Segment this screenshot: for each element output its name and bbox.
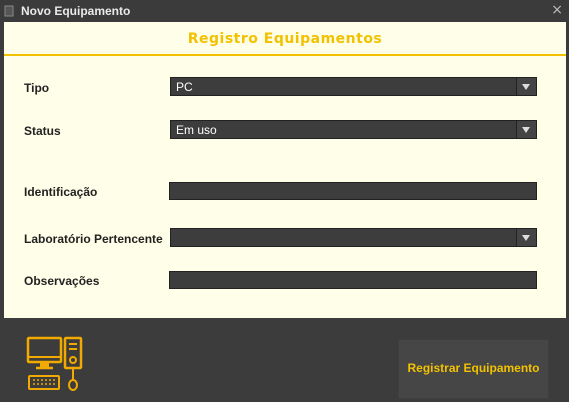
form-title: Registro Equipamentos (187, 31, 383, 47)
status-select[interactable]: Em uso (170, 120, 537, 139)
chevron-down-icon[interactable] (516, 121, 536, 138)
close-icon[interactable]: × (551, 2, 563, 18)
laboratorio-select[interactable] (170, 228, 537, 247)
title-bar[interactable]: Novo Equipamento × (0, 0, 569, 22)
observacoes-label: Observações (24, 274, 100, 288)
status-label: Status (24, 124, 61, 138)
register-equipment-button[interactable]: Registrar Equipamento (398, 339, 549, 399)
chevron-down-icon[interactable] (516, 229, 536, 246)
identificacao-input[interactable] (169, 182, 537, 200)
new-equipment-window: Novo Equipamento × Registro Equipamentos… (0, 0, 569, 402)
chevron-down-icon[interactable] (516, 78, 536, 95)
tipo-label: Tipo (24, 81, 50, 95)
identificacao-label: Identificação (24, 185, 98, 199)
laboratorio-label: Laboratório Pertencente (24, 232, 163, 246)
form-header: Registro Equipamentos (4, 22, 566, 56)
window-title: Novo Equipamento (21, 4, 131, 18)
header-divider (4, 54, 566, 56)
computer-equipment-icon (26, 336, 83, 391)
status-value: Em uso (176, 123, 217, 137)
observacoes-input[interactable] (169, 271, 537, 289)
app-icon (4, 5, 14, 17)
window-border-left (0, 22, 4, 318)
tipo-value: PC (176, 80, 193, 94)
tipo-select[interactable]: PC (170, 77, 537, 96)
